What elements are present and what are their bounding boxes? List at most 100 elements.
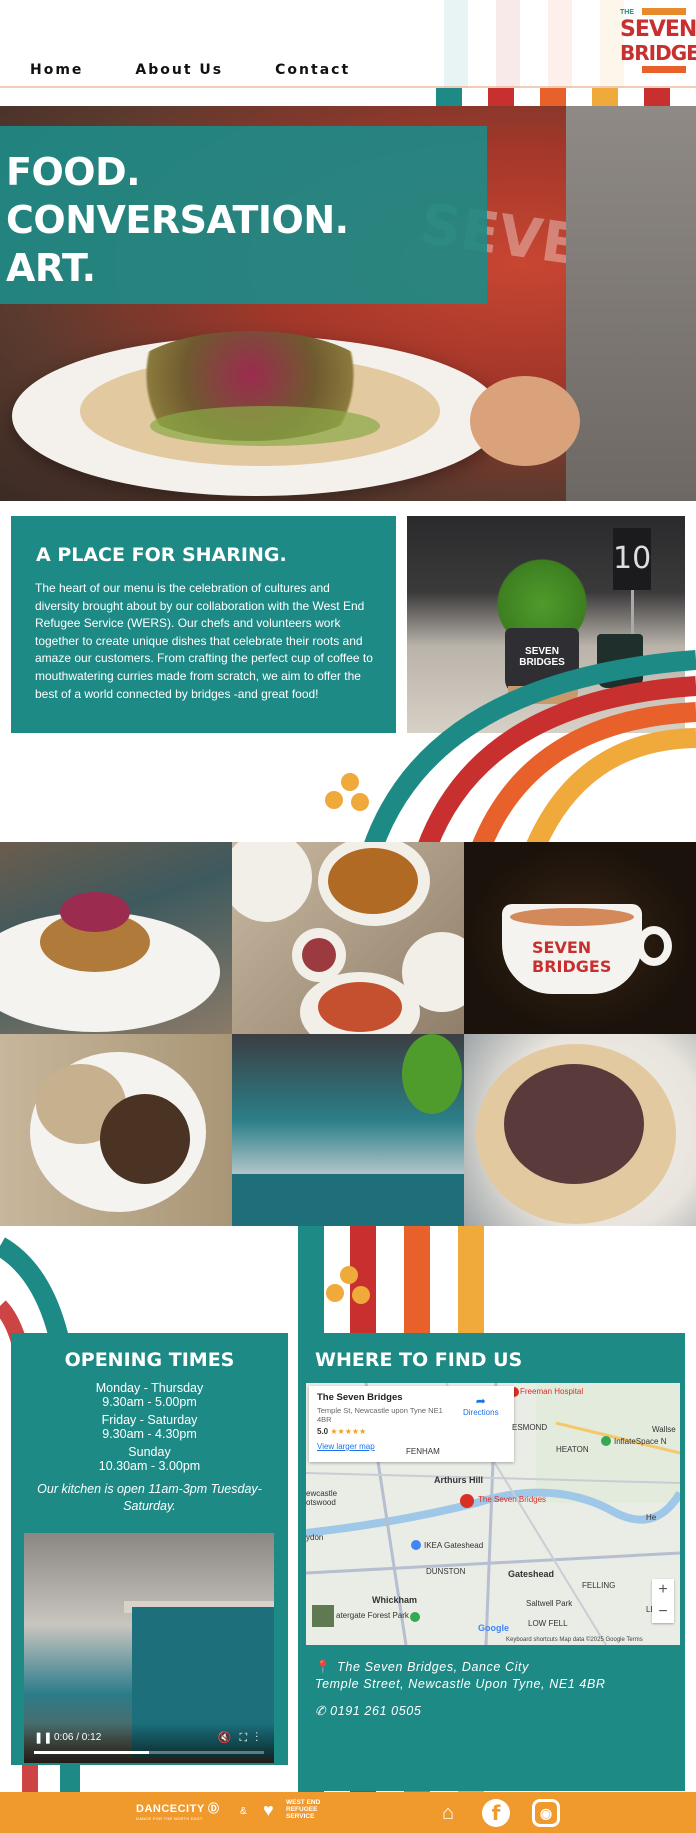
- zoom-out-icon[interactable]: −: [652, 1601, 674, 1623]
- gallery-tile-interior: [232, 1034, 464, 1226]
- plant-leaves: [487, 556, 597, 636]
- map-label-arthurs-hill: Arthurs Hill: [434, 1475, 484, 1485]
- map-label-forest: atergate Forest Park: [336, 1611, 409, 1620]
- hero-arm: [566, 106, 696, 501]
- decorative-curves: [325, 650, 696, 850]
- logo-seven: SEVEN: [620, 17, 696, 42]
- heart-icon: ♥: [263, 1799, 274, 1820]
- where-title: WHERE TO FIND US: [315, 1349, 523, 1371]
- instagram-icon[interactable]: ◉: [532, 1799, 560, 1827]
- google-logo: Google: [478, 1623, 509, 1633]
- site-footer: DANCECITY Ⓓ DANCE FOR THE NORTH EAST & ♥…: [0, 1792, 696, 1833]
- mug-logo: SEVEN BRIDGES: [532, 938, 612, 976]
- table-number-sign: 10: [613, 528, 651, 590]
- mute-icon[interactable]: 🔇: [218, 1732, 240, 1744]
- map-label-low-fell: LOW FELL: [528, 1619, 568, 1628]
- hero-banner: SEVEN FOOD. CONVERSATION. ART.: [0, 106, 696, 501]
- site-header: Home About Us Contact THE SEVEN BRIDGES: [0, 0, 696, 106]
- map-rating: 5.0 ★★★★★: [317, 1427, 367, 1436]
- dancecity-tagline: DANCE FOR THE NORTH EAST: [136, 1816, 203, 1821]
- address-line-1: The Seven Bridges, Dance City: [337, 1660, 529, 1674]
- opening-times-panel: OPENING TIMES Monday - Thursday 9.30am -…: [11, 1333, 288, 1765]
- nav-about-us[interactable]: About Us: [135, 62, 223, 78]
- dancecity-logo[interactable]: DANCECITY Ⓓ DANCE FOR THE NORTH EAST: [136, 1800, 220, 1821]
- map-label-newcastle: ewcastle otswood: [306, 1489, 338, 1507]
- facebook-icon[interactable]: f: [482, 1799, 510, 1827]
- map-label-dunston: DUNSTON: [426, 1567, 466, 1576]
- dot-1: [341, 773, 359, 791]
- zoom-in-icon[interactable]: +: [652, 1579, 674, 1601]
- wers-logo[interactable]: ♥ WEST END REFUGEE SERVICE: [263, 1799, 320, 1820]
- where-panel: WHERE TO FIND US The Seven Bridges Templ…: [299, 1333, 685, 1791]
- more-icon[interactable]: ⋮: [255, 1732, 266, 1744]
- video-time: 0:06 / 0:12: [54, 1732, 102, 1743]
- gallery-tile-coffee: SEVEN BRIDGES: [464, 842, 696, 1034]
- hours-time-2: 9.30am - 4.30pm: [102, 1427, 197, 1441]
- map-label-seven-bridges: The Seven Bridges: [478, 1495, 547, 1504]
- map-label-inflate: InflateSpace N: [614, 1437, 667, 1446]
- map-label-whickham: Whickham: [372, 1595, 418, 1605]
- dancecity-mark-icon: Ⓓ: [208, 1803, 220, 1815]
- opening-times-title: OPENING TIMES: [64, 1349, 235, 1371]
- map-label-gateshead: Gateshead: [508, 1569, 555, 1579]
- location-pin-icon: 📍: [315, 1660, 332, 1674]
- hero-line-art: ART.: [6, 246, 96, 290]
- map-label-felling: FELLING: [582, 1581, 616, 1590]
- hours-days-1: Monday - Thursday: [95, 1381, 204, 1395]
- map-zoom-controls: + −: [652, 1579, 674, 1623]
- gallery-tile-injera: [0, 1034, 232, 1226]
- gallery-tile-flatbread: [464, 1034, 696, 1226]
- address: 📍 The Seven Bridges, Dance City Temple St…: [315, 1659, 606, 1693]
- footer-ampersand: &: [240, 1806, 247, 1817]
- map-footer[interactable]: Keyboard shortcuts Map data ©2025 Google…: [506, 1637, 643, 1643]
- hours-days-3: Sunday: [128, 1445, 171, 1459]
- rating-stars: ★★★★★: [330, 1427, 367, 1436]
- directions-icon: ➦: [475, 1394, 486, 1408]
- google-map[interactable]: The Seven Bridges Temple St, Newcastle u…: [306, 1383, 680, 1645]
- hero-greens: [150, 406, 380, 446]
- map-pin: [460, 1494, 474, 1508]
- hero-hand: [470, 376, 580, 466]
- coffee-cup: SEVEN BRIDGES: [502, 904, 672, 994]
- dot-2: [325, 791, 343, 809]
- hours-time-3: 10.30am - 3.00pm: [98, 1459, 201, 1473]
- address-line-2: Temple Street, Newcastle Upon Tyne, NE1 …: [315, 1677, 606, 1691]
- food-gallery: SEVEN BRIDGES: [0, 842, 696, 1226]
- sharing-title: A PLACE FOR SHARING.: [36, 544, 287, 566]
- video-progress-fill: [34, 1751, 149, 1754]
- nav-home[interactable]: Home: [30, 62, 83, 78]
- hours-time-1: 9.30am - 5.00pm: [102, 1395, 197, 1409]
- kitchen-note: Our kitchen is open 11am-3pm Tuesday-Sat…: [37, 1482, 262, 1513]
- nav-divider: [0, 86, 696, 88]
- video-progress[interactable]: [34, 1751, 264, 1754]
- map-label-wallsend: Wallse: [652, 1425, 676, 1434]
- gallery-tile-platters: [232, 842, 464, 1034]
- dot-3: [351, 793, 369, 811]
- main-nav: Home About Us Contact: [30, 62, 350, 78]
- gallery-tile-dish: [0, 842, 232, 1034]
- map-label-hospital: Freeman Hospital: [520, 1387, 584, 1396]
- hero-line-conversation: CONVERSATION.: [6, 198, 349, 242]
- phone[interactable]: ✆ 0191 261 0505: [315, 1703, 421, 1718]
- directions-button[interactable]: ➦ Directions: [463, 1394, 499, 1417]
- phone-number: 0191 261 0505: [330, 1704, 422, 1718]
- fullscreen-icon[interactable]: ⛶: [240, 1732, 256, 1744]
- map-place-address: Temple St, Newcastle upon Tyne NE1 4BR: [317, 1406, 443, 1424]
- map-label-he: He: [646, 1513, 657, 1522]
- seven-bridges-logo[interactable]: THE SEVEN BRIDGES: [620, 8, 696, 76]
- pause-icon[interactable]: ❚❚: [34, 1731, 52, 1744]
- hours-days-2: Friday - Saturday: [101, 1413, 198, 1427]
- map-label-heaton: HEATON: [556, 1445, 589, 1454]
- cafe-video[interactable]: ❚❚ 0:06 / 0:12 🔇⛶⋮: [24, 1533, 274, 1763]
- logo-the: THE: [620, 9, 634, 16]
- justeat-icon[interactable]: ⌂: [434, 1799, 462, 1827]
- phone-icon: ✆: [315, 1704, 327, 1718]
- map-label-ikea: IKEA Gateshead: [424, 1541, 484, 1550]
- nav-contact[interactable]: Contact: [275, 62, 350, 78]
- hero-line-food: FOOD.: [6, 150, 141, 194]
- view-larger-map-link[interactable]: View larger map: [317, 1442, 375, 1451]
- map-label-saltwell: Saltwell Park: [526, 1599, 573, 1608]
- logo-bridges: BRIDGES: [620, 41, 696, 65]
- map-label-ydon: ydon: [306, 1533, 324, 1542]
- map-label-fenham: FENHAM: [406, 1447, 440, 1456]
